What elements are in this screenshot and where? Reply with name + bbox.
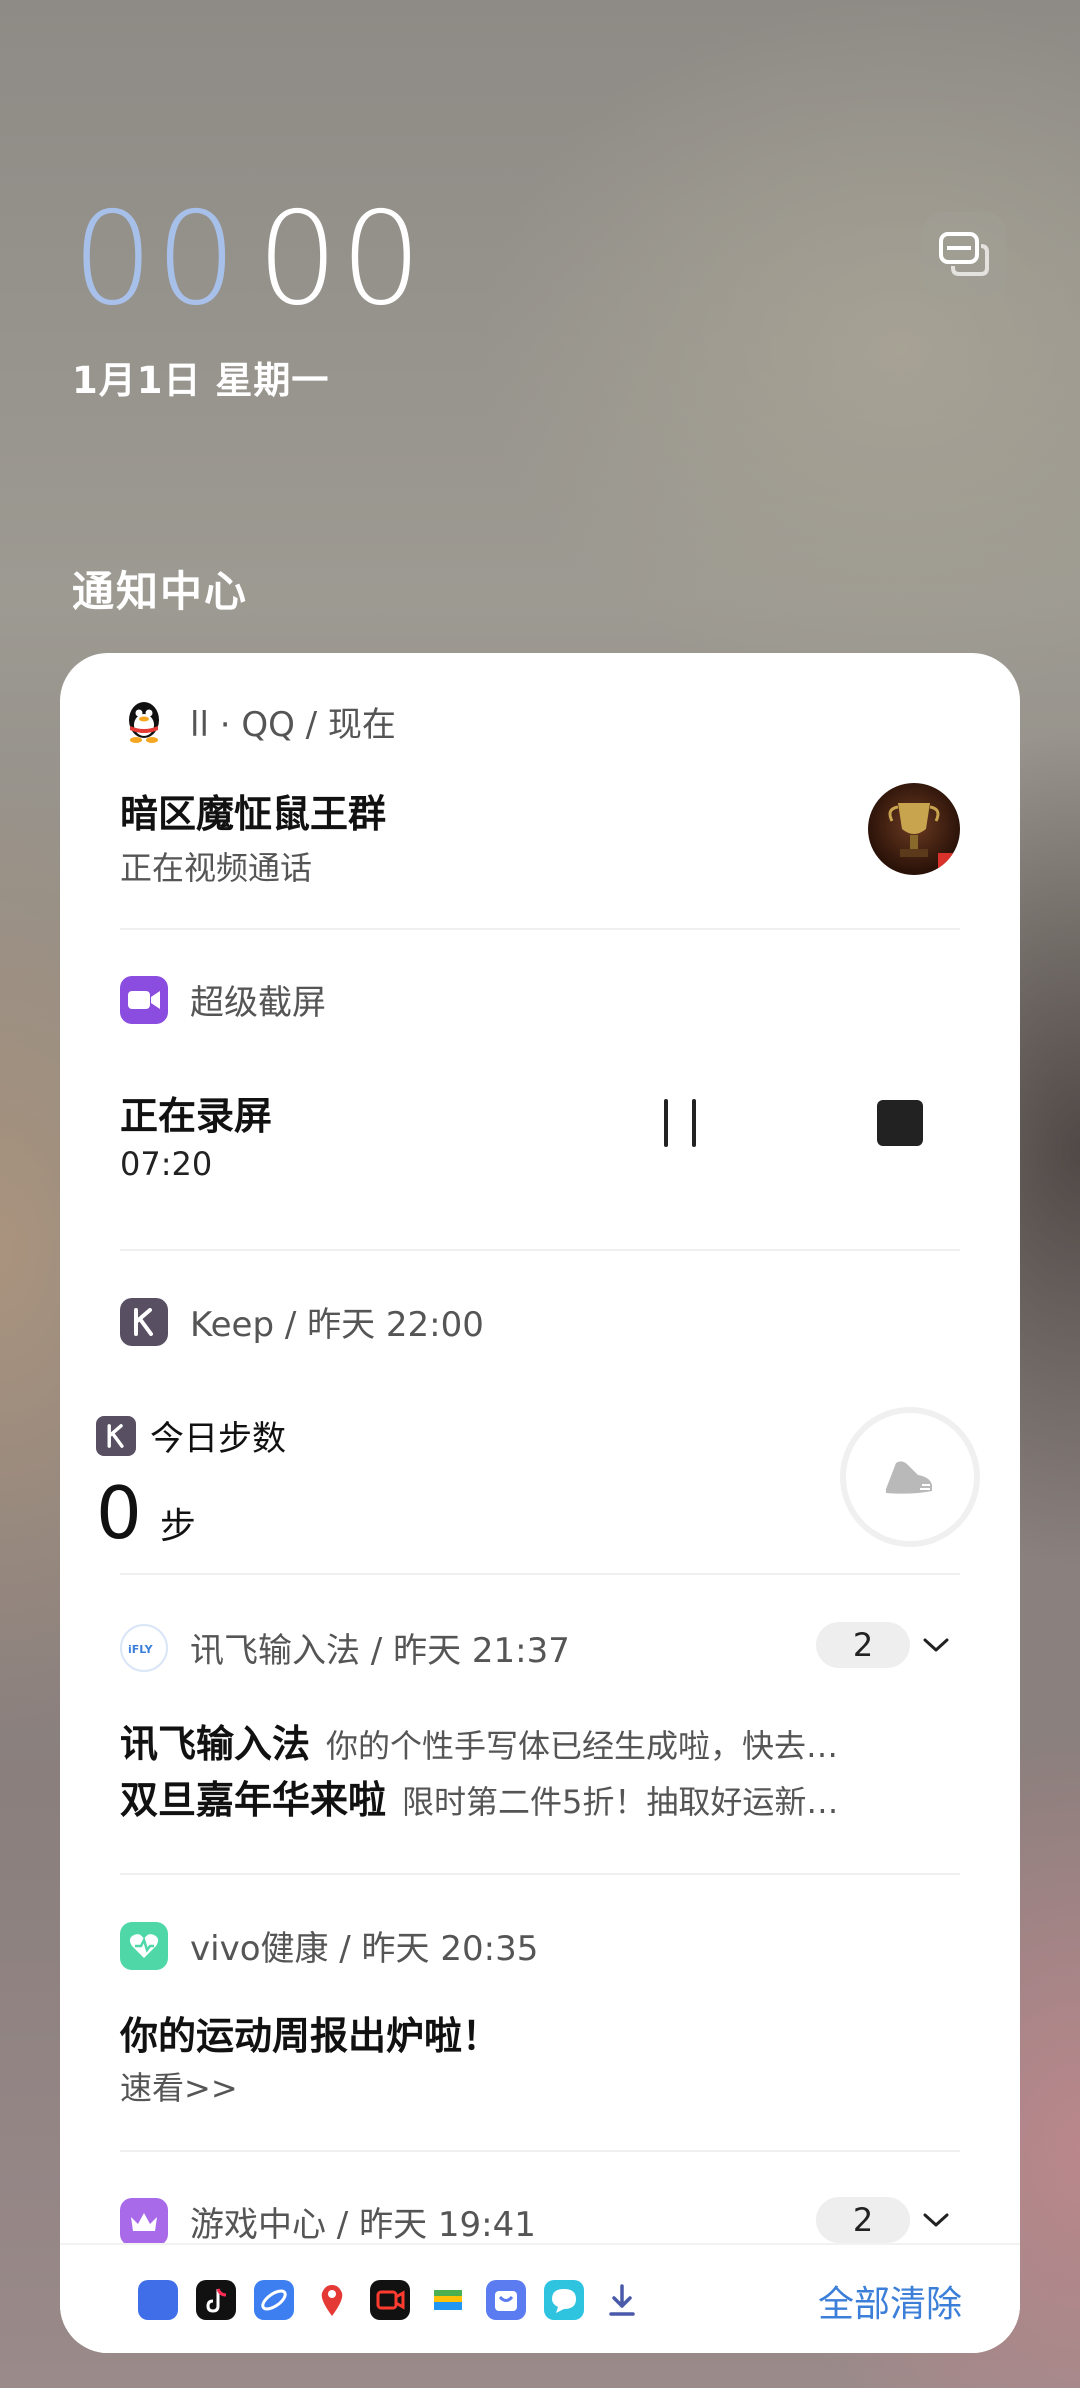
store-icon[interactable]: [486, 2280, 526, 2320]
vivo-health-subtitle: 速看>>: [120, 2069, 238, 2107]
ifly-count-badge[interactable]: 2: [816, 1622, 910, 1668]
crown-icon: [120, 2197, 168, 2246]
divider: [120, 1873, 960, 1875]
chevron-down-icon[interactable]: [920, 2204, 952, 2236]
ifly-message-2-title: 双旦嘉年华来啦: [120, 1778, 387, 1822]
shoe-icon: [886, 1461, 932, 1494]
keep-logo-icon: [96, 1415, 136, 1456]
ifly-message-2-text: 限时第二件5折！抽取好运新…: [402, 1783, 839, 1821]
trophy-icon: [888, 803, 960, 875]
divider: [120, 928, 960, 930]
vivo-health-header: vivo健康 / 昨天 20:35: [120, 1921, 538, 1970]
lockscreen-date: 1月1日 星期一: [72, 359, 330, 402]
screen-record-title: 正在录屏: [120, 1094, 273, 1138]
heart-health-icon: [120, 1921, 168, 1970]
screen-record-time: 07:20: [120, 1145, 213, 1183]
game-center-count-badge[interactable]: 2: [816, 2197, 910, 2243]
keep-widget-label: 今日步数: [150, 1419, 286, 1459]
qq-call-status: 正在视频通话: [120, 849, 313, 887]
svg-text:iFLY: iFLY: [128, 1643, 154, 1656]
screen-record-header: 超级截屏: [120, 975, 326, 1024]
clock-minutes: 00: [256, 185, 424, 334]
notification-app-dock: 全部清除: [60, 2243, 1020, 2353]
ifly-message-1: 讯飞输入法 你的个性手写体已经生成啦，快去…: [120, 1713, 940, 1768]
clear-all-button[interactable]: 全部清除: [818, 2275, 962, 2327]
wallet-icon[interactable]: [428, 2280, 468, 2320]
notification-center-title: 通知中心: [72, 567, 249, 616]
download-icon[interactable]: [602, 2280, 642, 2320]
ifly-message-1-text: 你的个性手写体已经生成啦，快去…: [326, 1727, 839, 1765]
keep-header: Keep / 昨天 22:00: [120, 1297, 484, 1346]
divider: [120, 1573, 960, 1575]
ifly-message-1-title: 讯飞输入法: [120, 1722, 311, 1766]
step-count-unit: 步: [159, 1506, 196, 1547]
game-center-header: 游戏中心 / 昨天 19:41: [120, 2197, 536, 2246]
step-count-value: 0: [96, 1471, 142, 1555]
message-icon[interactable]: [544, 2280, 584, 2320]
tiktok-icon[interactable]: [196, 2280, 236, 2320]
keep-step-count: 0 步: [96, 1471, 196, 1555]
ifly-logo-icon: iFLY: [120, 1623, 168, 1672]
running-shoe-button[interactable]: [840, 1407, 980, 1547]
camera-icon[interactable]: [370, 2280, 410, 2320]
qq-header-text: ll · QQ / 现在: [190, 705, 396, 745]
screen-record-app-name: 超级截屏: [190, 983, 326, 1023]
lockscreen-clock: 00 00: [72, 190, 424, 330]
qq-group-avatar: [868, 783, 960, 875]
clock-hours: 00: [72, 185, 239, 334]
baidu-map-icon[interactable]: [312, 2280, 352, 2320]
vivo-health-title: 你的运动周报出炉啦！: [120, 2014, 501, 2058]
vivo-health-header-text: vivo健康 / 昨天 20:35: [190, 1929, 539, 1969]
browser-icon[interactable]: [254, 2280, 294, 2320]
stop-button[interactable]: [840, 1073, 960, 1173]
keep-widget-header: 今日步数: [96, 1411, 286, 1460]
qq-group-title: 暗区魔怔鼠王群: [120, 792, 387, 836]
stop-icon: [877, 1100, 923, 1146]
keep-header-text: Keep / 昨天 22:00: [190, 1305, 484, 1345]
pause-icon: [664, 1099, 696, 1147]
divider: [120, 1249, 960, 1251]
divider: [120, 2150, 960, 2152]
video-camera-icon: [120, 975, 168, 1024]
chevron-down-icon[interactable]: [920, 1629, 952, 1661]
pause-button[interactable]: [620, 1073, 740, 1173]
ifly-header: iFLY 讯飞输入法 / 昨天 21:37: [120, 1623, 570, 1672]
wallpaper-switch-button[interactable]: [922, 212, 1006, 296]
qq-penguin-icon: [120, 698, 168, 746]
keep-logo-icon: [120, 1297, 168, 1346]
game-center-header-text: 游戏中心 / 昨天 19:41: [190, 2205, 536, 2245]
ifly-message-2: 双旦嘉年华来啦 限时第二件5折！抽取好运新…: [120, 1769, 940, 1824]
app-icon[interactable]: [138, 2280, 178, 2320]
qq-notification-header: ll · QQ / 现在: [120, 697, 396, 746]
layers-icon: [939, 232, 989, 276]
ifly-header-text: 讯飞输入法 / 昨天 21:37: [190, 1631, 570, 1671]
notification-card: ll · QQ / 现在 暗区魔怔鼠王群 正在视频通话 超级截屏 正在录屏 07…: [60, 653, 1020, 2353]
